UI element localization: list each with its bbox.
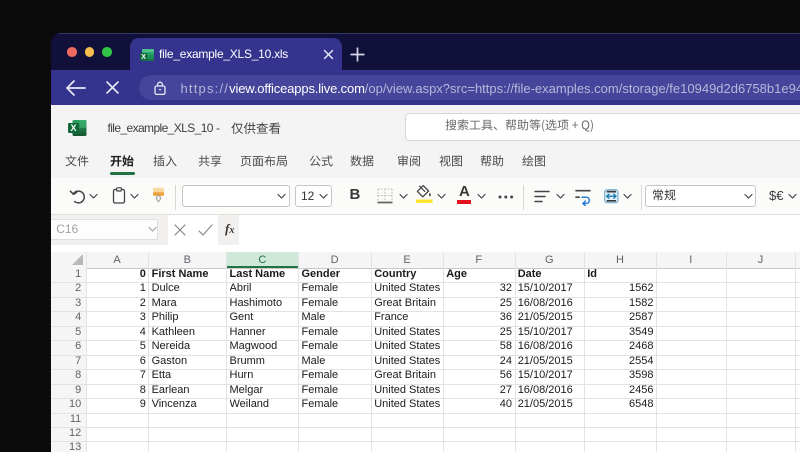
svg-text:X: X xyxy=(70,123,76,133)
svg-text:X: X xyxy=(141,54,146,61)
